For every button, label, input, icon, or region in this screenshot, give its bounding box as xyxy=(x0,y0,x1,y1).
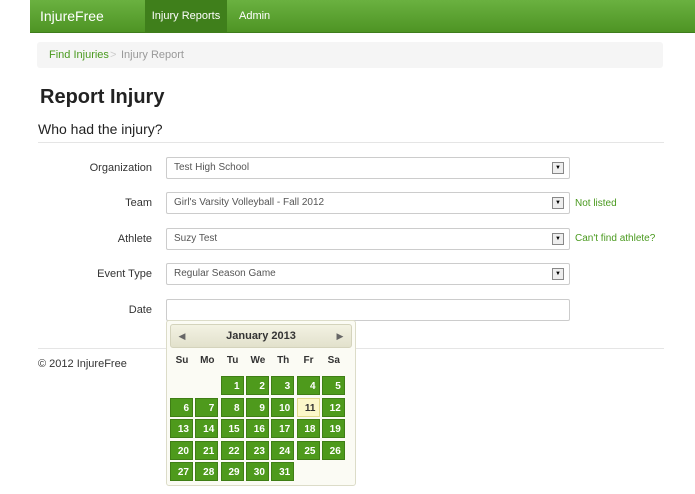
athlete-label: Athlete xyxy=(117,233,152,245)
calendar-day[interactable]: 19 xyxy=(321,419,345,438)
top-navbar: InjureFree Injury Reports Admin xyxy=(30,0,695,33)
calendar-day-today[interactable]: 11 xyxy=(296,397,320,417)
calendar-day[interactable]: 4 xyxy=(296,376,320,395)
calendar-day[interactable]: 10 xyxy=(271,397,295,417)
calendar-day[interactable]: 3 xyxy=(271,376,295,395)
brand-logo[interactable]: InjureFree xyxy=(40,8,104,24)
weekday-header: Tu xyxy=(226,355,239,366)
dropdown-arrow-icon[interactable]: ▼ xyxy=(552,162,564,174)
organization-select[interactable]: Test High School ▼ xyxy=(166,157,570,179)
calendar-day[interactable]: 28 xyxy=(195,462,219,481)
team-label: Team xyxy=(125,197,152,209)
athlete-select[interactable]: Suzy Test ▼ xyxy=(166,228,570,250)
calendar-day[interactable]: 25 xyxy=(296,440,320,460)
datepicker-month-title: January 2013 xyxy=(226,330,296,342)
calendar-day[interactable]: 9 xyxy=(245,397,269,417)
dropdown-arrow-icon[interactable]: ▼ xyxy=(552,197,564,209)
calendar-day[interactable]: 1 xyxy=(220,376,244,395)
date-input[interactable] xyxy=(166,299,570,321)
breadcrumb-find-injuries[interactable]: Find Injuries xyxy=(49,49,109,61)
calendar-day[interactable]: 5 xyxy=(321,376,345,395)
weekday-header: Fr xyxy=(303,355,314,366)
calendar-day[interactable]: 20 xyxy=(170,440,193,460)
page-subtitle: Who had the injury? xyxy=(38,121,163,137)
page-title: Report Injury xyxy=(40,86,165,108)
dropdown-arrow-icon[interactable]: ▼ xyxy=(552,268,564,280)
calendar-day[interactable]: 2 xyxy=(245,376,269,395)
nav-injury-reports[interactable]: Injury Reports xyxy=(145,0,227,32)
datepicker-popup: ◀ January 2013 ▶ Su Mo Tu We Th Fr Sa 1 2 3 4 5 6 7 8 9… xyxy=(166,320,356,486)
calendar-day[interactable]: 27 xyxy=(170,462,193,481)
divider xyxy=(38,142,664,143)
calendar-day[interactable]: 24 xyxy=(271,440,295,460)
next-month-icon[interactable]: ▶ xyxy=(334,330,346,342)
calendar-day[interactable]: 22 xyxy=(220,440,244,460)
weekday-header: Su xyxy=(175,355,189,366)
organization-value: Test High School xyxy=(174,162,250,173)
calendar-day[interactable]: 8 xyxy=(220,397,244,417)
calendar-day[interactable]: 17 xyxy=(271,419,295,438)
weekday-header: Sa xyxy=(327,355,340,366)
event-type-label: Event Type xyxy=(97,268,152,280)
weekday-header: We xyxy=(250,355,266,366)
copyright: © 2012 InjureFree xyxy=(38,358,127,370)
organization-label: Organization xyxy=(89,162,152,174)
breadcrumb: Find Injuries > Injury Report xyxy=(37,42,663,68)
calendar-day[interactable]: 30 xyxy=(245,462,269,481)
calendar-day[interactable]: 7 xyxy=(195,397,219,417)
cant-find-athlete-link[interactable]: Can't find athlete? xyxy=(575,233,655,244)
breadcrumb-separator: > xyxy=(110,49,117,61)
breadcrumb-current: Injury Report xyxy=(121,49,184,61)
calendar-day[interactable]: 23 xyxy=(245,440,269,460)
calendar-day[interactable]: 29 xyxy=(220,462,244,481)
calendar-day[interactable]: 18 xyxy=(296,419,320,438)
calendar-day[interactable]: 15 xyxy=(220,419,244,438)
weekday-header: Mo xyxy=(200,355,215,366)
calendar-day[interactable]: 14 xyxy=(195,419,219,438)
team-value: Girl's Varsity Volleyball - Fall 2012 xyxy=(174,197,325,208)
date-label: Date xyxy=(128,304,152,316)
team-select[interactable]: Girl's Varsity Volleyball - Fall 2012 ▼ xyxy=(166,192,570,214)
dropdown-arrow-icon[interactable]: ▼ xyxy=(552,233,564,245)
weekday-header: Th xyxy=(277,355,290,366)
team-not-listed-link[interactable]: Not listed xyxy=(575,198,617,209)
calendar-day[interactable]: 6 xyxy=(170,397,193,417)
calendar-day[interactable]: 21 xyxy=(195,440,219,460)
event-type-value: Regular Season Game xyxy=(174,268,276,279)
nav-admin[interactable]: Admin xyxy=(239,0,270,32)
athlete-value: Suzy Test xyxy=(174,233,218,244)
event-type-select[interactable]: Regular Season Game ▼ xyxy=(166,263,570,285)
calendar-day[interactable]: 12 xyxy=(321,397,345,417)
calendar-day[interactable]: 31 xyxy=(271,462,295,481)
calendar-day[interactable]: 16 xyxy=(245,419,269,438)
calendar-day[interactable]: 26 xyxy=(321,440,345,460)
datepicker-header: ◀ January 2013 ▶ xyxy=(170,324,352,348)
calendar-day[interactable]: 13 xyxy=(170,419,193,438)
